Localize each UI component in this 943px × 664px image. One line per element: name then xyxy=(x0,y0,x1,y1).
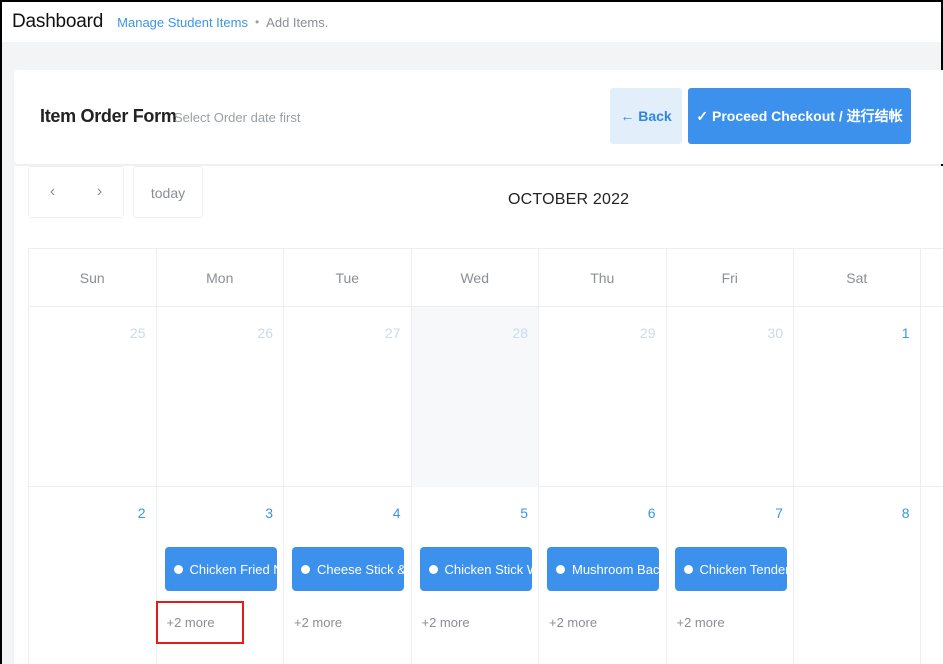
day-cell[interactable]: 30 xyxy=(665,307,794,487)
breadcrumb-separator: • xyxy=(254,15,260,29)
day-cell-today[interactable]: 28 xyxy=(410,307,538,487)
chevron-left-icon: ‹ xyxy=(49,183,56,200)
day-cell[interactable]: 29 xyxy=(538,307,666,487)
day-number[interactable]: 5 xyxy=(520,505,528,521)
more-events-link[interactable]: +2 more xyxy=(677,615,725,630)
dow-fri: Fri xyxy=(665,249,794,307)
day-cell[interactable]: 7 Chicken Tender +2 more xyxy=(665,487,794,664)
day-of-week-header: Sun Mon Tue Wed Thu Fri Sat xyxy=(28,248,943,307)
day-number[interactable]: 30 xyxy=(767,325,783,341)
day-number[interactable]: 26 xyxy=(257,325,273,341)
day-cell[interactable]: 1 xyxy=(793,307,921,487)
day-number[interactable]: 4 xyxy=(393,505,401,521)
day-number[interactable]: 8 xyxy=(902,505,910,521)
event-title: Chicken Fried N xyxy=(189,561,277,577)
calendar-event[interactable]: Chicken Stick W xyxy=(419,547,532,591)
day-cell[interactable]: 6 Mushroom Bac +2 more xyxy=(538,487,666,664)
dow-tue: Tue xyxy=(283,249,411,307)
event-dot-icon xyxy=(683,564,693,574)
top-breadcrumb-bar: Dashboard Manage Student Items • Add Ite… xyxy=(2,2,941,42)
calendar-month-title: OCTOBER 2022 xyxy=(508,191,630,208)
chevron-right-icon: › xyxy=(96,183,103,200)
calendar-event[interactable]: Cheese Stick & xyxy=(292,547,404,591)
day-number[interactable]: 7 xyxy=(775,505,783,521)
day-number[interactable]: 2 xyxy=(138,505,146,521)
day-number[interactable]: 29 xyxy=(640,325,656,341)
day-number[interactable]: 1 xyxy=(902,325,910,341)
page-title: Item Order Form xyxy=(40,106,177,126)
breadcrumb-current-page: Add Items. xyxy=(266,14,329,30)
next-month-button[interactable]: › xyxy=(76,167,123,217)
day-cell[interactable]: 26 xyxy=(155,307,284,487)
more-events-link[interactable]: +2 more xyxy=(422,615,470,630)
breadcrumb-manage-student-items[interactable]: Manage Student Items xyxy=(117,15,248,30)
more-events-link[interactable]: +2 more xyxy=(294,615,342,630)
day-number[interactable]: 3 xyxy=(265,505,273,521)
dow-thu: Thu xyxy=(538,249,666,307)
proceed-checkout-button[interactable]: ✓ Proceed Checkout / 进行结帐 xyxy=(688,88,911,144)
day-cell[interactable]: 25 xyxy=(28,307,156,487)
more-events-link[interactable]: +2 more xyxy=(549,615,597,630)
event-title: Cheese Stick & xyxy=(317,561,404,577)
dow-sun: Sun xyxy=(28,249,156,307)
day-number[interactable]: 6 xyxy=(648,505,656,521)
day-cell[interactable]: 5 Chicken Stick W +2 more xyxy=(410,487,539,664)
calendar-toolbar: ‹ › today OCTOBER 2022 xyxy=(28,166,943,226)
dow-mon: Mon xyxy=(155,249,284,307)
day-cell[interactable]: 2 xyxy=(28,487,156,664)
event-title: Chicken Stick W xyxy=(444,561,532,577)
dow-sat: Sat xyxy=(793,249,921,307)
event-title: Chicken Tender xyxy=(699,561,787,577)
dashboard-title[interactable]: Dashboard xyxy=(12,11,103,33)
calendar-event[interactable]: Mushroom Bac xyxy=(547,547,659,591)
calendar-week-1: 25 26 27 28 29 30 1 xyxy=(28,306,943,487)
event-dot-icon xyxy=(428,564,438,574)
day-number[interactable]: 27 xyxy=(385,325,401,341)
calendar: ‹ › today OCTOBER 2022 Sun Mon Tue Wed T… xyxy=(14,166,943,664)
calendar-event[interactable]: Chicken Fried N xyxy=(164,547,277,591)
day-cell[interactable]: 8 xyxy=(793,487,921,664)
event-dot-icon xyxy=(173,564,183,574)
order-form-header: Item Order Form Select Order date first … xyxy=(14,70,943,164)
today-button[interactable]: today xyxy=(133,166,203,218)
day-number[interactable]: 25 xyxy=(130,325,146,341)
event-dot-icon xyxy=(556,564,565,574)
day-cell[interactable]: 27 xyxy=(283,307,411,487)
annotation-highlight-box xyxy=(156,601,244,644)
day-cell[interactable]: 4 Cheese Stick & +2 more xyxy=(283,487,411,664)
prev-month-button[interactable]: ‹ xyxy=(29,167,76,217)
back-button[interactable]: ← Back xyxy=(610,88,682,144)
page-subtitle: Select Order date first xyxy=(174,110,301,125)
calendar-nav-group: ‹ › xyxy=(28,166,124,218)
dow-wed: Wed xyxy=(410,249,539,307)
calendar-event[interactable]: Chicken Tender xyxy=(674,547,787,591)
event-title: Mushroom Bac xyxy=(572,561,659,577)
day-number[interactable]: 28 xyxy=(512,325,528,341)
event-dot-icon xyxy=(301,564,310,574)
